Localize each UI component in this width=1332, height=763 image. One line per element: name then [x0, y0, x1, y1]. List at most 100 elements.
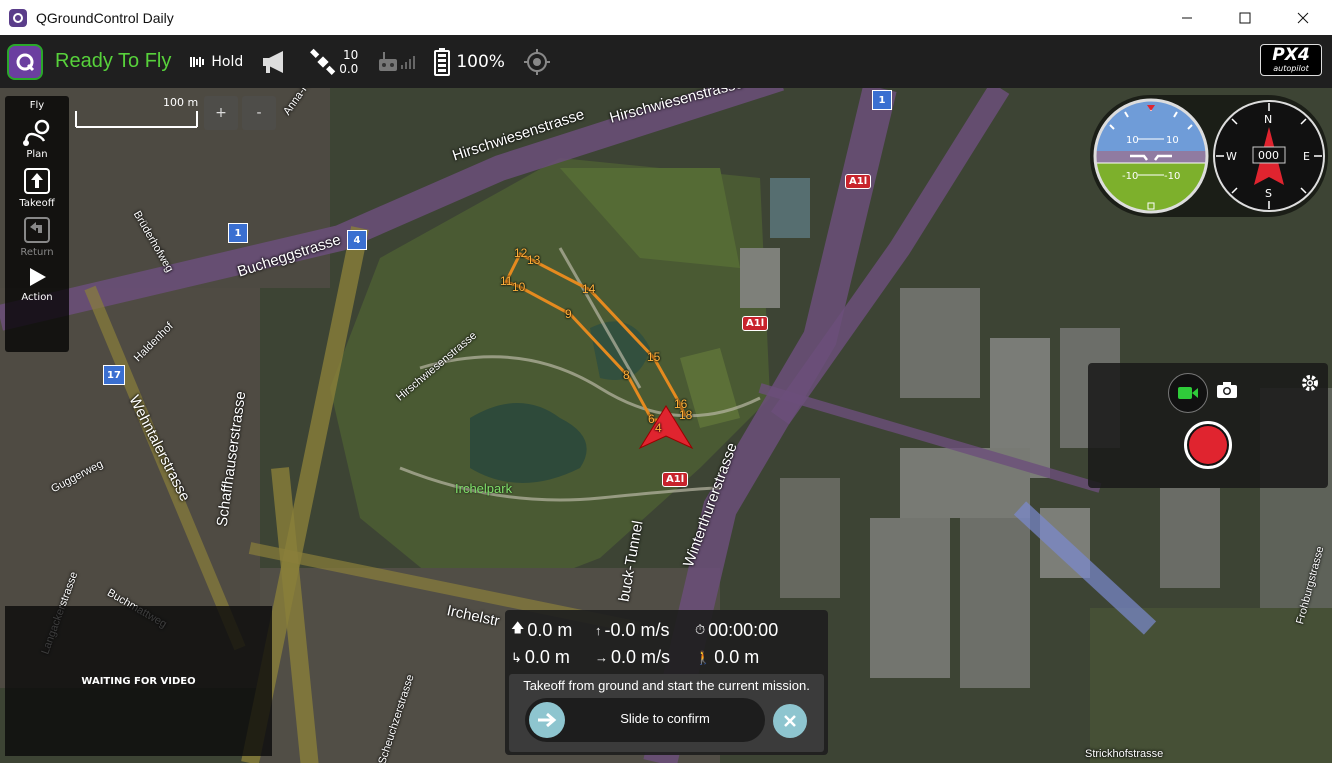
return-label: Return — [20, 247, 54, 258]
stopwatch-icon: ⏱ — [695, 622, 706, 637]
altitude-arrow-icon: 🡅 — [511, 620, 525, 635]
px4-brand-top: PX4 — [1272, 45, 1310, 65]
waypoint-label[interactable]: 11 — [500, 274, 512, 288]
waypoint-label[interactable]: 12 — [514, 246, 527, 260]
gps-count: 10 — [343, 47, 359, 62]
highway-shield: A1l — [662, 472, 689, 487]
return-icon — [24, 217, 50, 243]
camera-control-panel — [1088, 363, 1328, 488]
app-icon — [9, 8, 27, 27]
plan-label: Plan — [26, 149, 48, 160]
flight-mode-icon — [190, 56, 205, 67]
waypoint-label[interactable]: 8 — [623, 368, 630, 382]
gps-hdop: 0.0 — [339, 61, 359, 76]
battery-percent: 100% — [456, 51, 505, 72]
video-mode-button[interactable] — [1168, 373, 1208, 413]
plan-button[interactable]: Plan — [5, 117, 69, 160]
confirm-message: Takeoff from ground and start the curren… — [523, 678, 810, 693]
photo-mode-button[interactable] — [1216, 381, 1238, 403]
altitude-value: 🡅 0.0 m — [511, 619, 595, 641]
flight-mode[interactable]: Hold — [189, 54, 243, 70]
rc-indicator[interactable] — [376, 50, 416, 74]
waypoint-label[interactable]: 10 — [512, 280, 525, 294]
home-distance-icon: ↳ — [511, 649, 522, 665]
gps-indicator[interactable]: 10 0.0 — [309, 48, 358, 76]
vehicle-status[interactable]: Ready To Fly — [55, 50, 171, 73]
ground-speed-text: 0.0 m/s — [611, 647, 671, 667]
video-camera-icon — [1178, 387, 1198, 399]
action-label: Action — [21, 292, 53, 303]
instrument-panel[interactable]: 10 10 -10 -10 N S W E 000 — [1090, 95, 1328, 217]
altitude-text: 0.0 m — [527, 619, 573, 640]
pitch-label: 10 — [1126, 135, 1139, 146]
pitch-label: 10 — [1166, 135, 1179, 146]
takeoff-confirm-dialog: Takeoff from ground and start the curren… — [509, 674, 824, 752]
slide-to-confirm[interactable]: Slide to confirm — [525, 698, 765, 742]
maximize-button[interactable] — [1216, 0, 1274, 35]
ground-speed-value: → 0.0 m/s — [595, 647, 695, 668]
arrow-right-icon — [538, 712, 557, 728]
close-icon — [784, 715, 796, 727]
messages-indicator[interactable] — [261, 49, 291, 75]
battery-indicator[interactable]: 100% — [434, 47, 505, 76]
walking-icon: 🚶 — [695, 649, 712, 665]
waypoint-label[interactable]: 15 — [647, 350, 660, 364]
takeoff-icon — [24, 168, 50, 194]
takeoff-button[interactable]: Takeoff — [5, 166, 69, 209]
fly-toolstrip-title: Fly — [29, 100, 45, 111]
compass-west: W — [1226, 150, 1237, 163]
park-label-irchelpark: Irchelpark — [455, 481, 513, 496]
compass-east: E — [1303, 150, 1310, 163]
cancel-confirm-button[interactable] — [773, 704, 807, 738]
record-button[interactable] — [1184, 421, 1232, 469]
climb-rate-text: -0.0 m/s — [604, 619, 670, 640]
play-icon — [30, 268, 46, 286]
action-button[interactable]: Action — [5, 264, 69, 303]
rc-transmitter-icon — [379, 51, 398, 71]
highway-shield: A1l — [742, 316, 769, 331]
gear-icon — [1302, 375, 1318, 391]
return-button[interactable]: Return — [5, 215, 69, 258]
waypoint-label[interactable]: 18 — [679, 408, 692, 422]
route-shield: 17 — [103, 365, 125, 385]
route-shield: 1 — [872, 90, 892, 110]
route-shield: 4 — [347, 230, 367, 250]
flight-mode-label: Hold — [211, 53, 244, 70]
waypoint-label[interactable]: 9 — [565, 307, 572, 321]
waypoint-label[interactable]: 6 — [648, 412, 655, 426]
climb-rate-arrow-icon: ↑ — [595, 622, 602, 638]
rtk-indicator[interactable] — [523, 48, 551, 76]
compass-heading: 000 — [1258, 149, 1279, 162]
compass-south: S — [1265, 187, 1272, 200]
waypoint-label[interactable]: 4 — [655, 421, 662, 435]
flight-time-value: ⏱ 00:00:00 — [695, 619, 778, 641]
slider-knob[interactable] — [529, 702, 565, 738]
attitude-indicator: 10 10 -10 -10 — [1093, 98, 1209, 214]
camera-icon — [1217, 382, 1237, 398]
minimize-button[interactable] — [1158, 0, 1216, 35]
qgc-logo-button[interactable] — [7, 43, 43, 80]
highway-shield: A1l — [845, 174, 872, 189]
telemetry-panel: 🡅 0.0 m ↑ -0.0 m/s ⏱ 00:00:00 ↳ 0.0 m → 0.0 m… — [505, 610, 828, 755]
slider-text: Slide to confirm — [620, 711, 710, 726]
close-button[interactable] — [1274, 0, 1332, 35]
satellite-icon — [310, 48, 336, 75]
camera-settings-button[interactable] — [1300, 373, 1320, 397]
route-shield: 1 — [228, 223, 248, 243]
zoom-out-button[interactable]: - — [242, 96, 276, 130]
px4-brand-sub: autopilot — [1273, 64, 1309, 73]
zoom-in-button[interactable]: + — [204, 96, 238, 130]
map-scale: 100 m — [75, 96, 199, 132]
distance-home-text: 0.0 m — [524, 647, 570, 667]
telemetry-row-2: ↳ 0.0 m → 0.0 m/s 🚶 0.0 m — [511, 647, 759, 668]
video-panel[interactable]: WAITING FOR VIDEO — [5, 606, 272, 756]
telemetry-row-1: 🡅 0.0 m ↑ -0.0 m/s ⏱ 00:00:00 — [511, 619, 778, 641]
compass: N S W E 000 — [1213, 100, 1325, 212]
waypoint-label[interactable]: 13 — [527, 253, 540, 267]
map-scale-label: 100 m — [163, 96, 199, 109]
takeoff-label: Takeoff — [19, 198, 55, 209]
waypoint-label[interactable]: 14 — [582, 282, 595, 296]
pitch-label: -10 — [1122, 171, 1138, 182]
fly-toolstrip: Fly Plan Takeoff Return Action — [5, 96, 69, 352]
distance-wp-text: 0.0 m — [714, 647, 760, 667]
